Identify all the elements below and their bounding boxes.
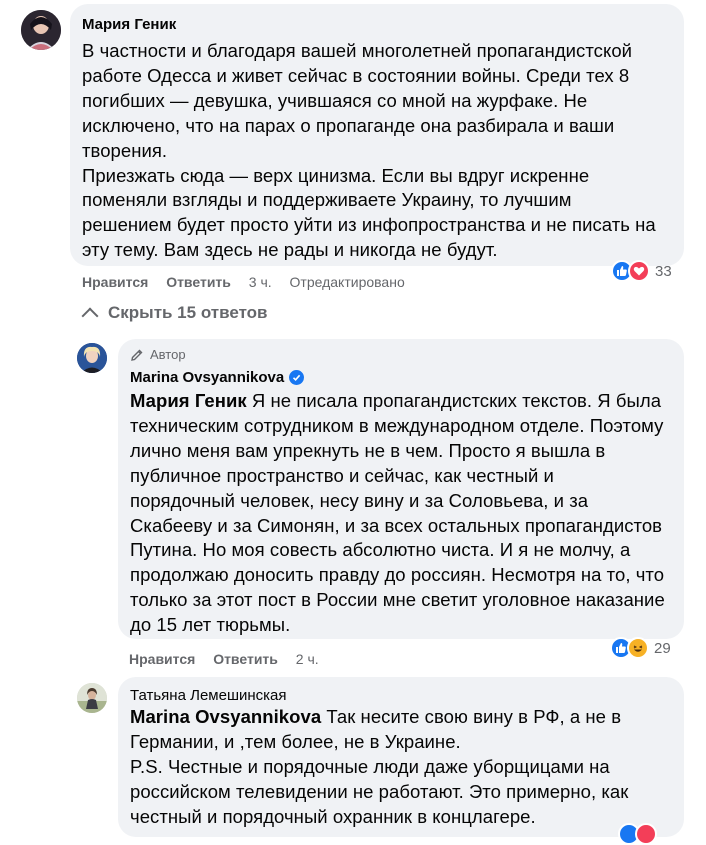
text-line: техническим сотрудником в международном … [130,414,664,436]
mention-link[interactable]: Marina Ovsyannikova [130,706,321,727]
reaction-summary[interactable]: 33 [611,260,672,282]
text-line: Скабееву и за Симонян, и за всех остальн… [130,514,663,536]
timestamp[interactable]: 3 ч. [249,274,272,290]
reply-bubble: Татьяна Лемешинская Marina Ovsyannikova … [118,677,684,837]
text-line: исключено, что на парах о пропаганде она… [82,114,615,136]
avatar[interactable] [21,10,61,50]
text-line: P.S. Честные и порядочные люди даже убор… [130,755,610,777]
text-segment: Я не писала пропагандистских текстов. Я … [246,390,662,411]
reply-bubble: Автор Marina Ovsyannikova Мария Геник Я … [118,339,684,639]
author-badge: Автор [130,347,186,362]
text-line: Мария Геник Я не писала пропагандистских… [130,389,665,414]
reaction-count: 33 [655,262,672,280]
text-line: В частности и благодаря вашей многолетне… [82,40,633,61]
author-name[interactable]: Marina Ovsyannikova [130,369,284,386]
text-line: до 15 лет тюрьмы. [130,614,291,636]
text-line: работе Одесса и живет сейчас в состоянии… [82,64,630,86]
text-line: Приезжать сюда — верх цинизма. Если вы в… [82,164,590,186]
timestamp[interactable]: 2 ч. [296,651,319,667]
haha-icon [627,637,649,659]
like-button[interactable]: Нравится [129,651,195,667]
text-line: лично меня вам упрекнуть не в чем. Прост… [130,439,606,461]
love-icon [628,260,650,282]
comment-author[interactable]: Татьяна Лемешинская [130,687,287,704]
text-line: публичное пространство и сейчас, как чес… [130,464,554,486]
verified-icon [289,370,305,385]
comment-text: Мария Геник Я не писала пропагандистских… [130,389,665,638]
mention-link[interactable]: Мария Геник [130,390,247,411]
text-line: эту тему. Вам здесь не рады и никогда не… [82,239,498,261]
text-line: погибших — девушка, учившаяся со мной на… [82,89,588,111]
text-line: продолжаю доносить правду до россиян. Не… [130,564,665,586]
pen-icon [131,349,143,361]
chevron-up-icon [81,307,99,325]
text-line: творения. [82,139,168,161]
love-icon [635,823,657,845]
edited-label[interactable]: Отредактировано [290,274,405,290]
comment-text: В частности и благодаря вашей многолетне… [82,39,656,263]
text-line: решением будет просто уйти из инфопростр… [82,214,656,236]
text-line: поменяли взгляды и поддерживаете Украину… [82,189,572,211]
comment-bubble: Мария Геник В частности и благодаря ваше… [70,4,684,266]
toggle-label: Скрыть 15 ответов [108,303,268,322]
text-line: только за этот пост в России мне светит … [130,589,665,611]
comment-text: Marina Ovsyannikova Так несите свою вину… [130,705,628,830]
hide-replies-toggle[interactable]: Скрыть 15 ответов [81,303,268,325]
comment-author: Marina Ovsyannikova [130,369,305,386]
badge-label: Автор [150,347,186,362]
text-line: честный и порядочный охранник в концлаге… [130,805,536,827]
text-line: российском телевидении не работают. Это … [130,780,629,802]
comment-actions: Нравится Ответить 2 ч. [129,651,333,667]
text-segment: Так несите свою вину в РФ, а не в [321,706,622,727]
reply-button[interactable]: Ответить [213,651,278,667]
text-line: Marina Ovsyannikova Так несите свою вину… [130,705,628,730]
comment-actions: Нравится Ответить 3 ч. Отредактировано [82,274,419,290]
avatar[interactable] [77,343,107,373]
text-line: Путина. Но моя совесть абсолютно чиста. … [130,539,631,561]
text-line: порядочный человек, несу вину и за Солов… [130,489,589,511]
reaction-count: 29 [654,639,671,657]
reply-button[interactable]: Ответить [166,274,231,290]
text-line: Германии, и ,тем более, не в Украине. [130,730,461,752]
reaction-summary[interactable] [618,823,657,845]
like-button[interactable]: Нравится [82,274,148,290]
reaction-summary[interactable]: 29 [610,637,671,659]
avatar[interactable] [77,683,107,713]
comment-author[interactable]: Мария Геник [82,16,176,33]
